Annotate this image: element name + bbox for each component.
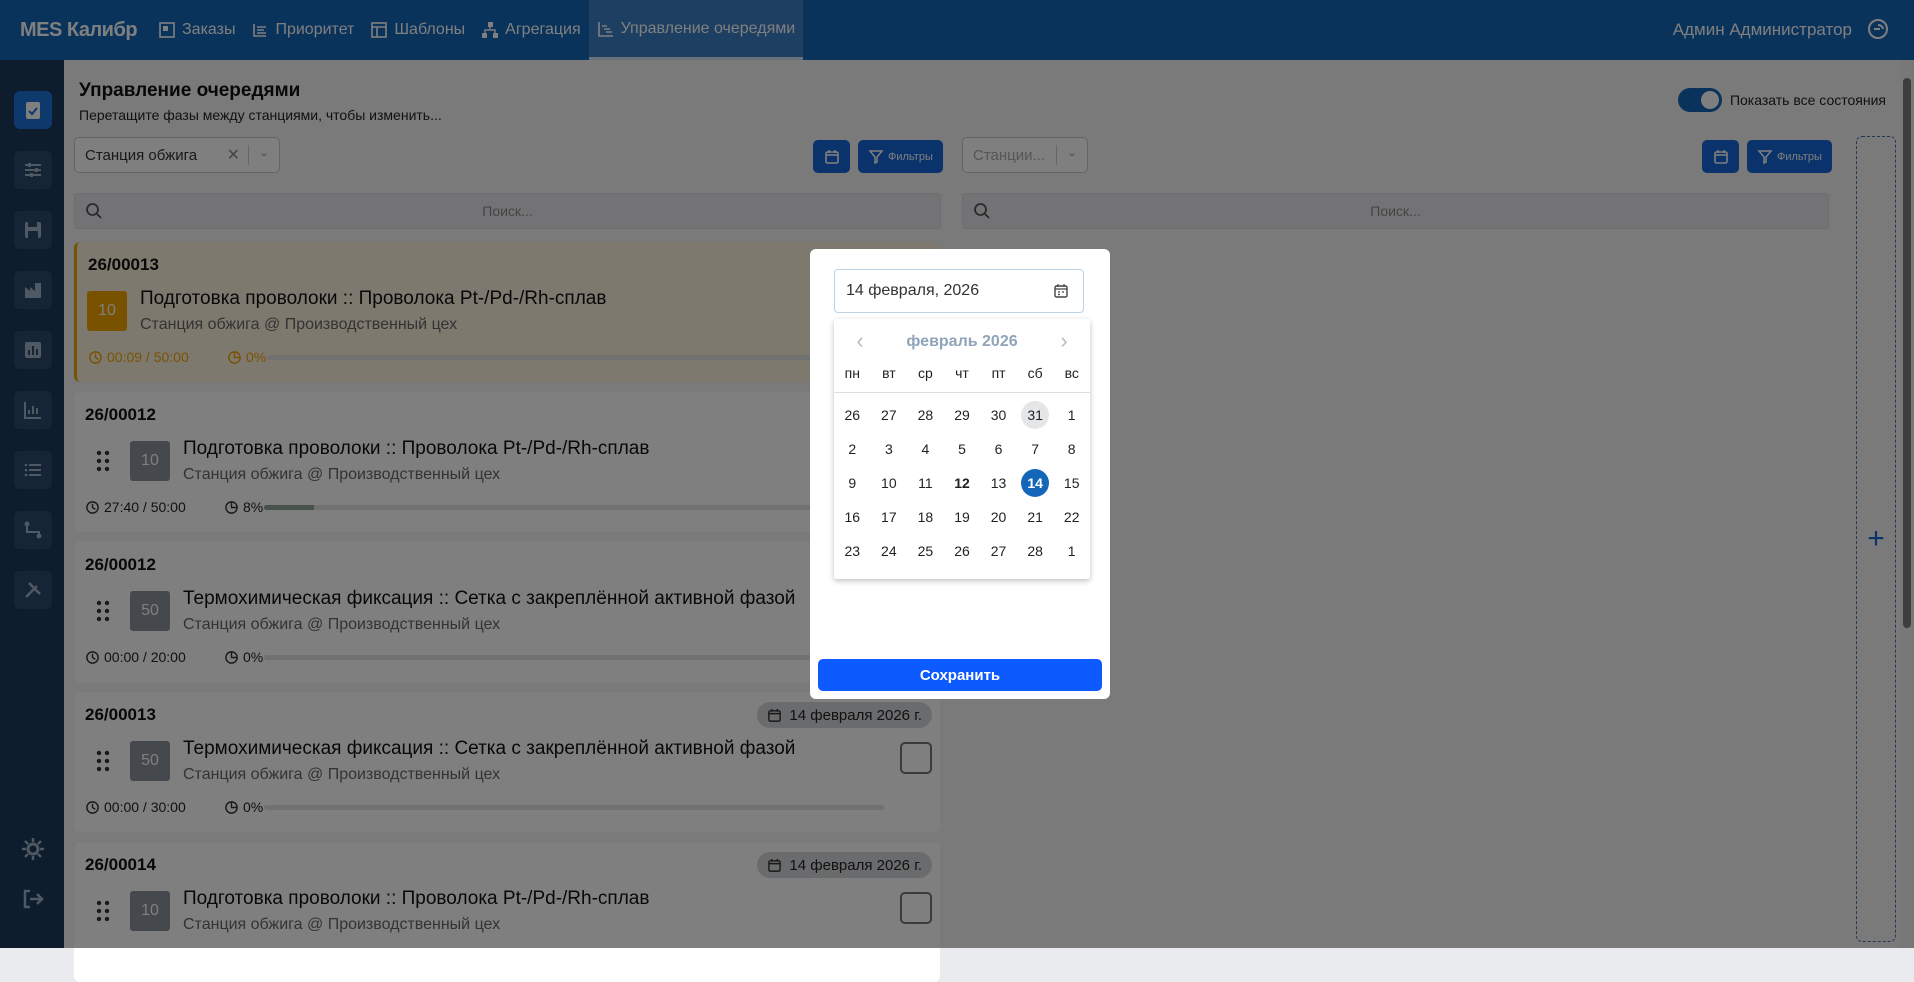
calendar-day[interactable]: 15 <box>1053 469 1090 497</box>
calendar-day[interactable]: 25 <box>907 537 944 565</box>
calendar: ‹ февраль 2026 › пн вт ср чт пт сб вс 26 27 28 29… <box>834 319 1090 579</box>
calendar-day[interactable]: 11 <box>907 469 944 497</box>
calendar-day[interactable]: 26 <box>944 537 981 565</box>
calendar-day[interactable]: 24 <box>871 537 908 565</box>
calendar-day[interactable]: 8 <box>1053 435 1090 463</box>
calendar-day[interactable]: 27 <box>871 401 908 429</box>
weekday-label: пн <box>844 365 860 381</box>
calendar-day[interactable]: 5 <box>944 435 981 463</box>
calendar-day[interactable]: 14 <box>1017 469 1054 497</box>
weekday-label: ср <box>918 365 933 381</box>
calendar-day[interactable]: 28 <box>1017 537 1054 565</box>
calendar-day[interactable]: 13 <box>980 469 1017 497</box>
calendar-day[interactable]: 2 <box>834 435 871 463</box>
calendar-day[interactable]: 7 <box>1017 435 1054 463</box>
date-input[interactable]: 14 февраля, 2026 <box>834 269 1084 313</box>
next-month-button[interactable]: › <box>1052 328 1076 353</box>
weekday-label: вт <box>882 365 896 381</box>
weekday-label: чт <box>955 365 969 381</box>
weekday-label: вс <box>1064 365 1079 381</box>
calendar-day[interactable]: 23 <box>834 537 871 565</box>
calendar-weekdays: пн вт ср чт пт сб вс <box>834 365 1090 381</box>
calendar-day[interactable]: 18 <box>907 503 944 531</box>
calendar-day[interactable]: 20 <box>980 503 1017 531</box>
calendar-day[interactable]: 30 <box>980 401 1017 429</box>
calendar-day[interactable]: 31 <box>1017 401 1054 429</box>
calendar-day[interactable]: 22 <box>1053 503 1090 531</box>
calendar-day[interactable]: 3 <box>871 435 908 463</box>
date-picker-modal: 14 февраля, 2026 ‹ февраль 2026 › пн вт ср… <box>810 249 1110 699</box>
weekday-label: сб <box>1027 365 1043 381</box>
calendar-icon[interactable] <box>1053 283 1069 299</box>
calendar-day[interactable]: 21 <box>1017 503 1054 531</box>
calendar-day[interactable]: 12 <box>944 469 981 497</box>
calendar-day[interactable]: 1 <box>1053 401 1090 429</box>
calendar-day[interactable]: 19 <box>944 503 981 531</box>
calendar-days: 26 27 28 29 30 31 1 2 3 4 5 6 7 8 9 10 11 12 13 14 15 16 17 18 1… <box>834 401 1090 565</box>
calendar-day[interactable]: 1 <box>1053 537 1090 565</box>
calendar-day[interactable]: 28 <box>907 401 944 429</box>
calendar-day[interactable]: 27 <box>980 537 1017 565</box>
calendar-day[interactable]: 9 <box>834 469 871 497</box>
calendar-day[interactable]: 26 <box>834 401 871 429</box>
calendar-day[interactable]: 6 <box>980 435 1017 463</box>
calendar-day[interactable]: 29 <box>944 401 981 429</box>
weekday-label: пт <box>991 365 1006 381</box>
calendar-day[interactable]: 16 <box>834 503 871 531</box>
calendar-day[interactable]: 17 <box>871 503 908 531</box>
calendar-day[interactable]: 10 <box>871 469 908 497</box>
calendar-day[interactable]: 4 <box>907 435 944 463</box>
save-button[interactable]: Сохранить <box>818 659 1102 691</box>
